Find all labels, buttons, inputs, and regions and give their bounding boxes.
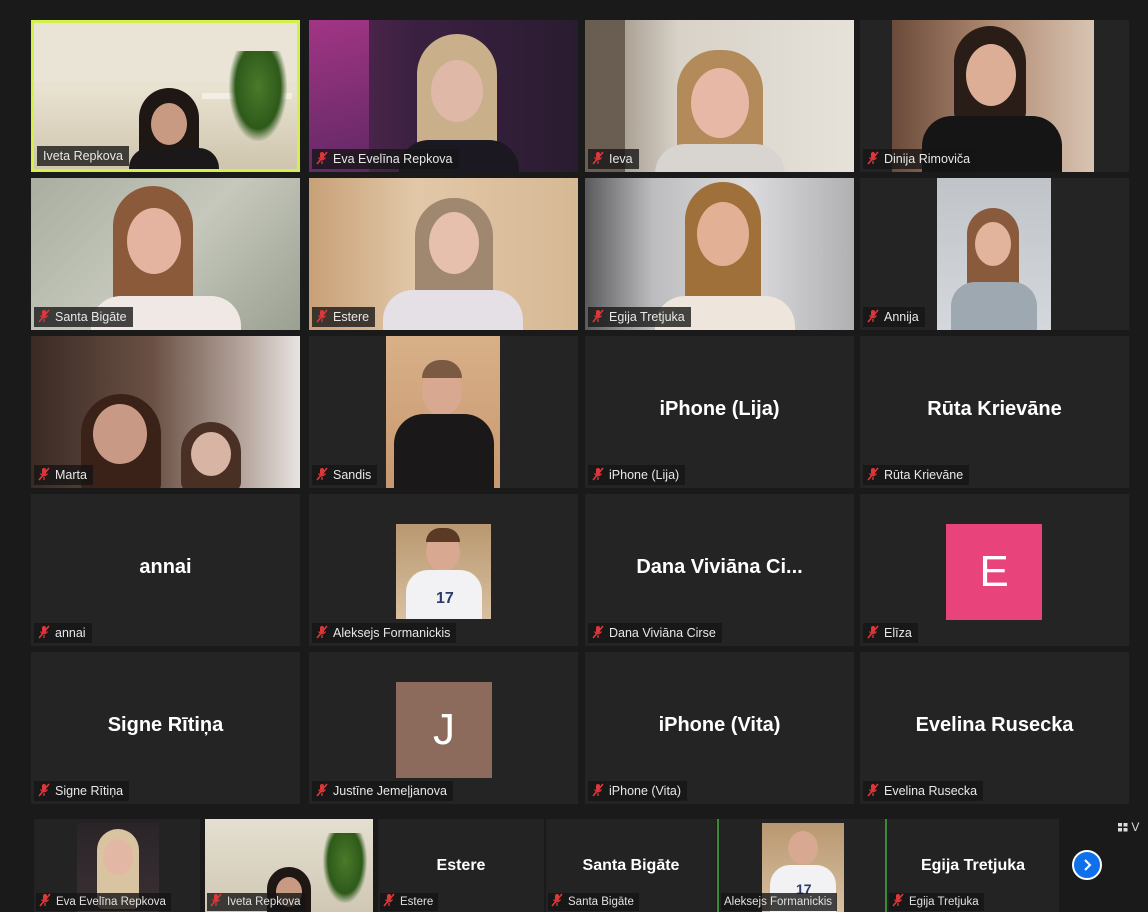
muted-mic-icon: [316, 625, 328, 639]
participant-name-label: Egija Tretjuka: [588, 307, 691, 327]
muted-mic-icon: [867, 467, 879, 481]
view-button-label: V: [1131, 820, 1140, 834]
participant-display-name: Rūta Krievāne: [927, 398, 1062, 421]
muted-mic-icon: [867, 151, 879, 165]
participant-name-label: Eva Evelīna Repkova: [312, 149, 459, 169]
video-tile-annija[interactable]: Annija: [860, 178, 1129, 330]
muted-mic-icon: [39, 893, 51, 907]
participant-display-name: Signe Rītiņa: [107, 714, 224, 737]
video-tile-eva-evelina-repkova[interactable]: Eva Evelīna Repkova: [309, 20, 578, 172]
participant-display-name: Dana Viviāna Ci...: [636, 556, 803, 579]
muted-mic-icon: [867, 625, 879, 639]
profile-picture: 17: [396, 524, 491, 619]
participant-display-name: iPhone (Vita): [658, 714, 781, 737]
video-tile-marta[interactable]: Marta: [31, 336, 300, 488]
video-tile-dinija-rimovica[interactable]: Dinija Rimoviča: [860, 20, 1129, 172]
avatar-initial: E: [946, 524, 1042, 620]
muted-mic-icon: [867, 783, 879, 797]
muted-mic-icon: [38, 467, 50, 481]
video-tile-iphone-vita[interactable]: iPhone (Vita) iPhone (Vita): [585, 652, 854, 804]
view-button[interactable]: V: [1118, 820, 1148, 842]
participant-display-name: Evelina Rusecka: [915, 714, 1074, 737]
participant-video: [386, 336, 500, 488]
participant-display-name: Santa Bigāte: [582, 857, 680, 874]
participant-name-label: annai: [34, 623, 92, 643]
muted-mic-icon: [316, 467, 328, 481]
video-tile-iphone-lija[interactable]: iPhone (Lija) iPhone (Lija): [585, 336, 854, 488]
video-tile-sandis[interactable]: Sandis: [309, 336, 578, 488]
participant-name-label: Justīne Jemeļjanova: [312, 781, 453, 801]
participant-name-label: Evelina Rusecka: [863, 781, 984, 801]
participant-name-label: Dinija Rimoviča: [863, 149, 977, 169]
video-tile-signe-ritina[interactable]: Signe Rītiņa Signe Rītiņa: [31, 652, 300, 804]
video-tile-santa-bigate[interactable]: Santa Bigāte: [31, 178, 300, 330]
muted-mic-icon: [592, 783, 604, 797]
video-tile-eliza[interactable]: E Elīza: [860, 494, 1129, 646]
participant-display-name: annai: [139, 556, 192, 579]
muted-mic-icon: [551, 893, 563, 907]
participant-name-label: Iveta Repkova: [37, 146, 129, 166]
participant-name-label: Aleksejs Formanickis: [312, 623, 457, 643]
participant-name-label: Iveta Repkova: [207, 893, 306, 911]
muted-mic-icon: [592, 151, 604, 165]
next-page-button[interactable]: [1072, 850, 1102, 880]
participant-name-label: Eva Evelīna Repkova: [36, 893, 171, 911]
strip-tile-santa-bigate[interactable]: Santa Bigāte Santa Bigāte: [546, 819, 716, 912]
participant-name-label: iPhone (Vita): [588, 781, 688, 801]
video-tile-annai[interactable]: annai annai: [31, 494, 300, 646]
muted-mic-icon: [592, 625, 604, 639]
participant-name-label: Egija Tretjuka: [889, 893, 984, 911]
video-tile-ieva[interactable]: Ieva: [585, 20, 854, 172]
participant-strip: Eva Evelīna Repkova Iveta Repkova Estere…: [34, 819, 1148, 912]
muted-mic-icon: [316, 309, 328, 323]
participant-name-label: Sandis: [312, 465, 378, 485]
participant-name-label: Rūta Krievāne: [863, 465, 970, 485]
strip-tile-egija-tretjuka[interactable]: Egija Tretjuka Egija Tretjuka: [885, 819, 1059, 912]
participant-name-label: Ieva: [588, 149, 639, 169]
strip-tile-eva-evelina-repkova[interactable]: Eva Evelīna Repkova: [34, 819, 200, 912]
video-tile-dana-viviana-cirse[interactable]: Dana Viviāna Ci... Dana Viviāna Cirse: [585, 494, 854, 646]
participant-name-label: Marta: [34, 465, 93, 485]
video-tile-aleksejs-formanickis[interactable]: 17 Aleksejs Formanickis: [309, 494, 578, 646]
participant-name-label: Elīza: [863, 623, 918, 643]
muted-mic-icon: [316, 151, 328, 165]
muted-mic-icon: [383, 893, 395, 907]
muted-mic-icon: [316, 783, 328, 797]
participant-name-label: Estere: [312, 307, 376, 327]
participant-display-name: iPhone (Lija): [659, 398, 780, 421]
strip-tile-iveta-repkova[interactable]: Iveta Repkova: [205, 819, 373, 912]
participant-display-name: Estere: [436, 857, 486, 874]
video-tile-egija-tretjuka[interactable]: Egija Tretjuka: [585, 178, 854, 330]
muted-mic-icon: [592, 467, 604, 481]
video-tile-iveta-repkova[interactable]: Iveta Repkova: [31, 20, 300, 172]
muted-mic-icon: [38, 309, 50, 323]
participant-name-label: iPhone (Lija): [588, 465, 686, 485]
participant-display-name: Egija Tretjuka: [920, 857, 1026, 874]
participant-name-label: Santa Bigāte: [548, 893, 639, 911]
participant-video: [937, 178, 1051, 330]
muted-mic-icon: [38, 783, 50, 797]
muted-mic-icon: [867, 309, 879, 323]
participant-name-label: Santa Bigāte: [34, 307, 133, 327]
participant-name-label: Estere: [380, 893, 439, 911]
video-tile-justine-jemeljanova[interactable]: J Justīne Jemeļjanova: [309, 652, 578, 804]
strip-tile-estere[interactable]: Estere Estere: [378, 819, 544, 912]
chevron-right-icon: [1084, 859, 1092, 871]
muted-mic-icon: [892, 893, 904, 907]
participant-name-label: Signe Rītiņa: [34, 781, 130, 801]
video-tile-ruta-krievane[interactable]: Rūta Krievāne Rūta Krievāne: [860, 336, 1129, 488]
muted-mic-icon: [592, 309, 604, 323]
strip-tile-aleksejs-formanickis[interactable]: 17 Aleksejs Formanickis: [717, 819, 885, 912]
muted-mic-icon: [38, 625, 50, 639]
muted-mic-icon: [210, 893, 222, 907]
grid-view-icon: [1118, 823, 1128, 832]
avatar-initial: J: [396, 682, 492, 778]
participant-name-label: Dana Viviāna Cirse: [588, 623, 722, 643]
video-tile-evelina-rusecka[interactable]: Evelina Rusecka Evelina Rusecka: [860, 652, 1129, 804]
participant-name-label: Annija: [863, 307, 925, 327]
video-tile-estere[interactable]: Estere: [309, 178, 578, 330]
participant-name-label: Aleksejs Formanickis: [721, 893, 837, 911]
